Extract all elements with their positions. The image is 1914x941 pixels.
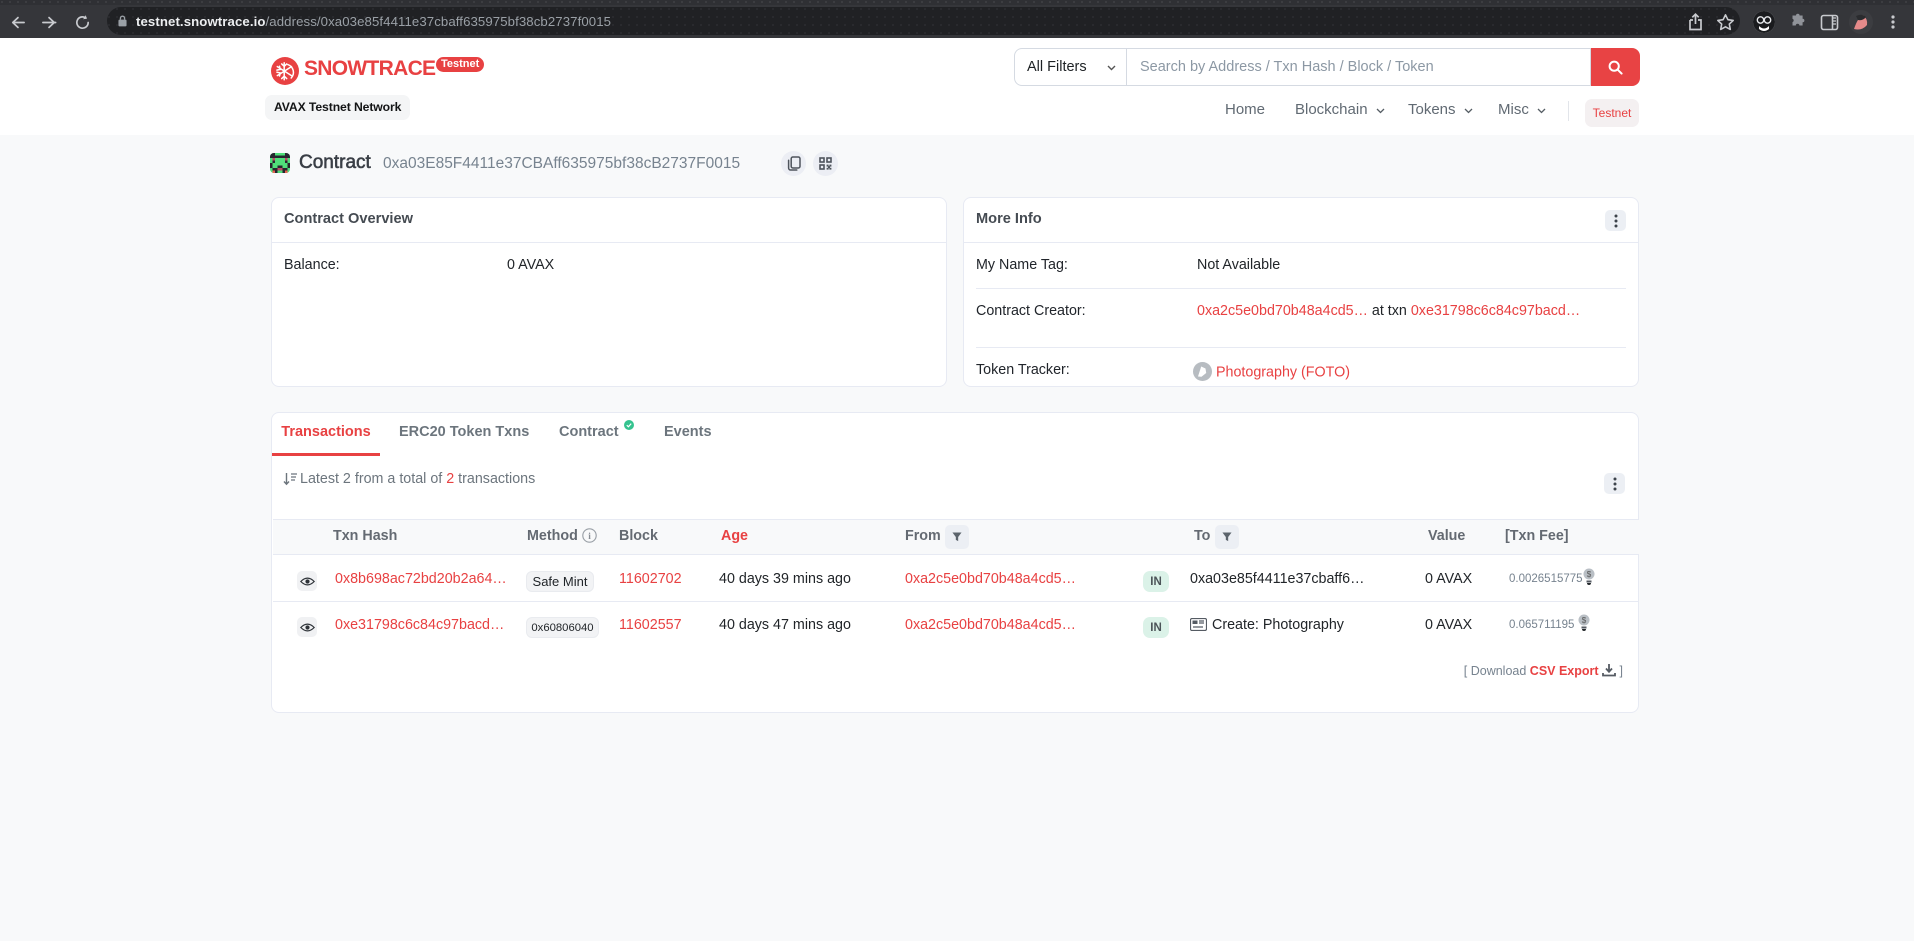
svg-text:i: i	[588, 532, 591, 542]
svg-text:$: $	[1582, 616, 1587, 625]
svg-text:$: $	[1587, 570, 1592, 579]
